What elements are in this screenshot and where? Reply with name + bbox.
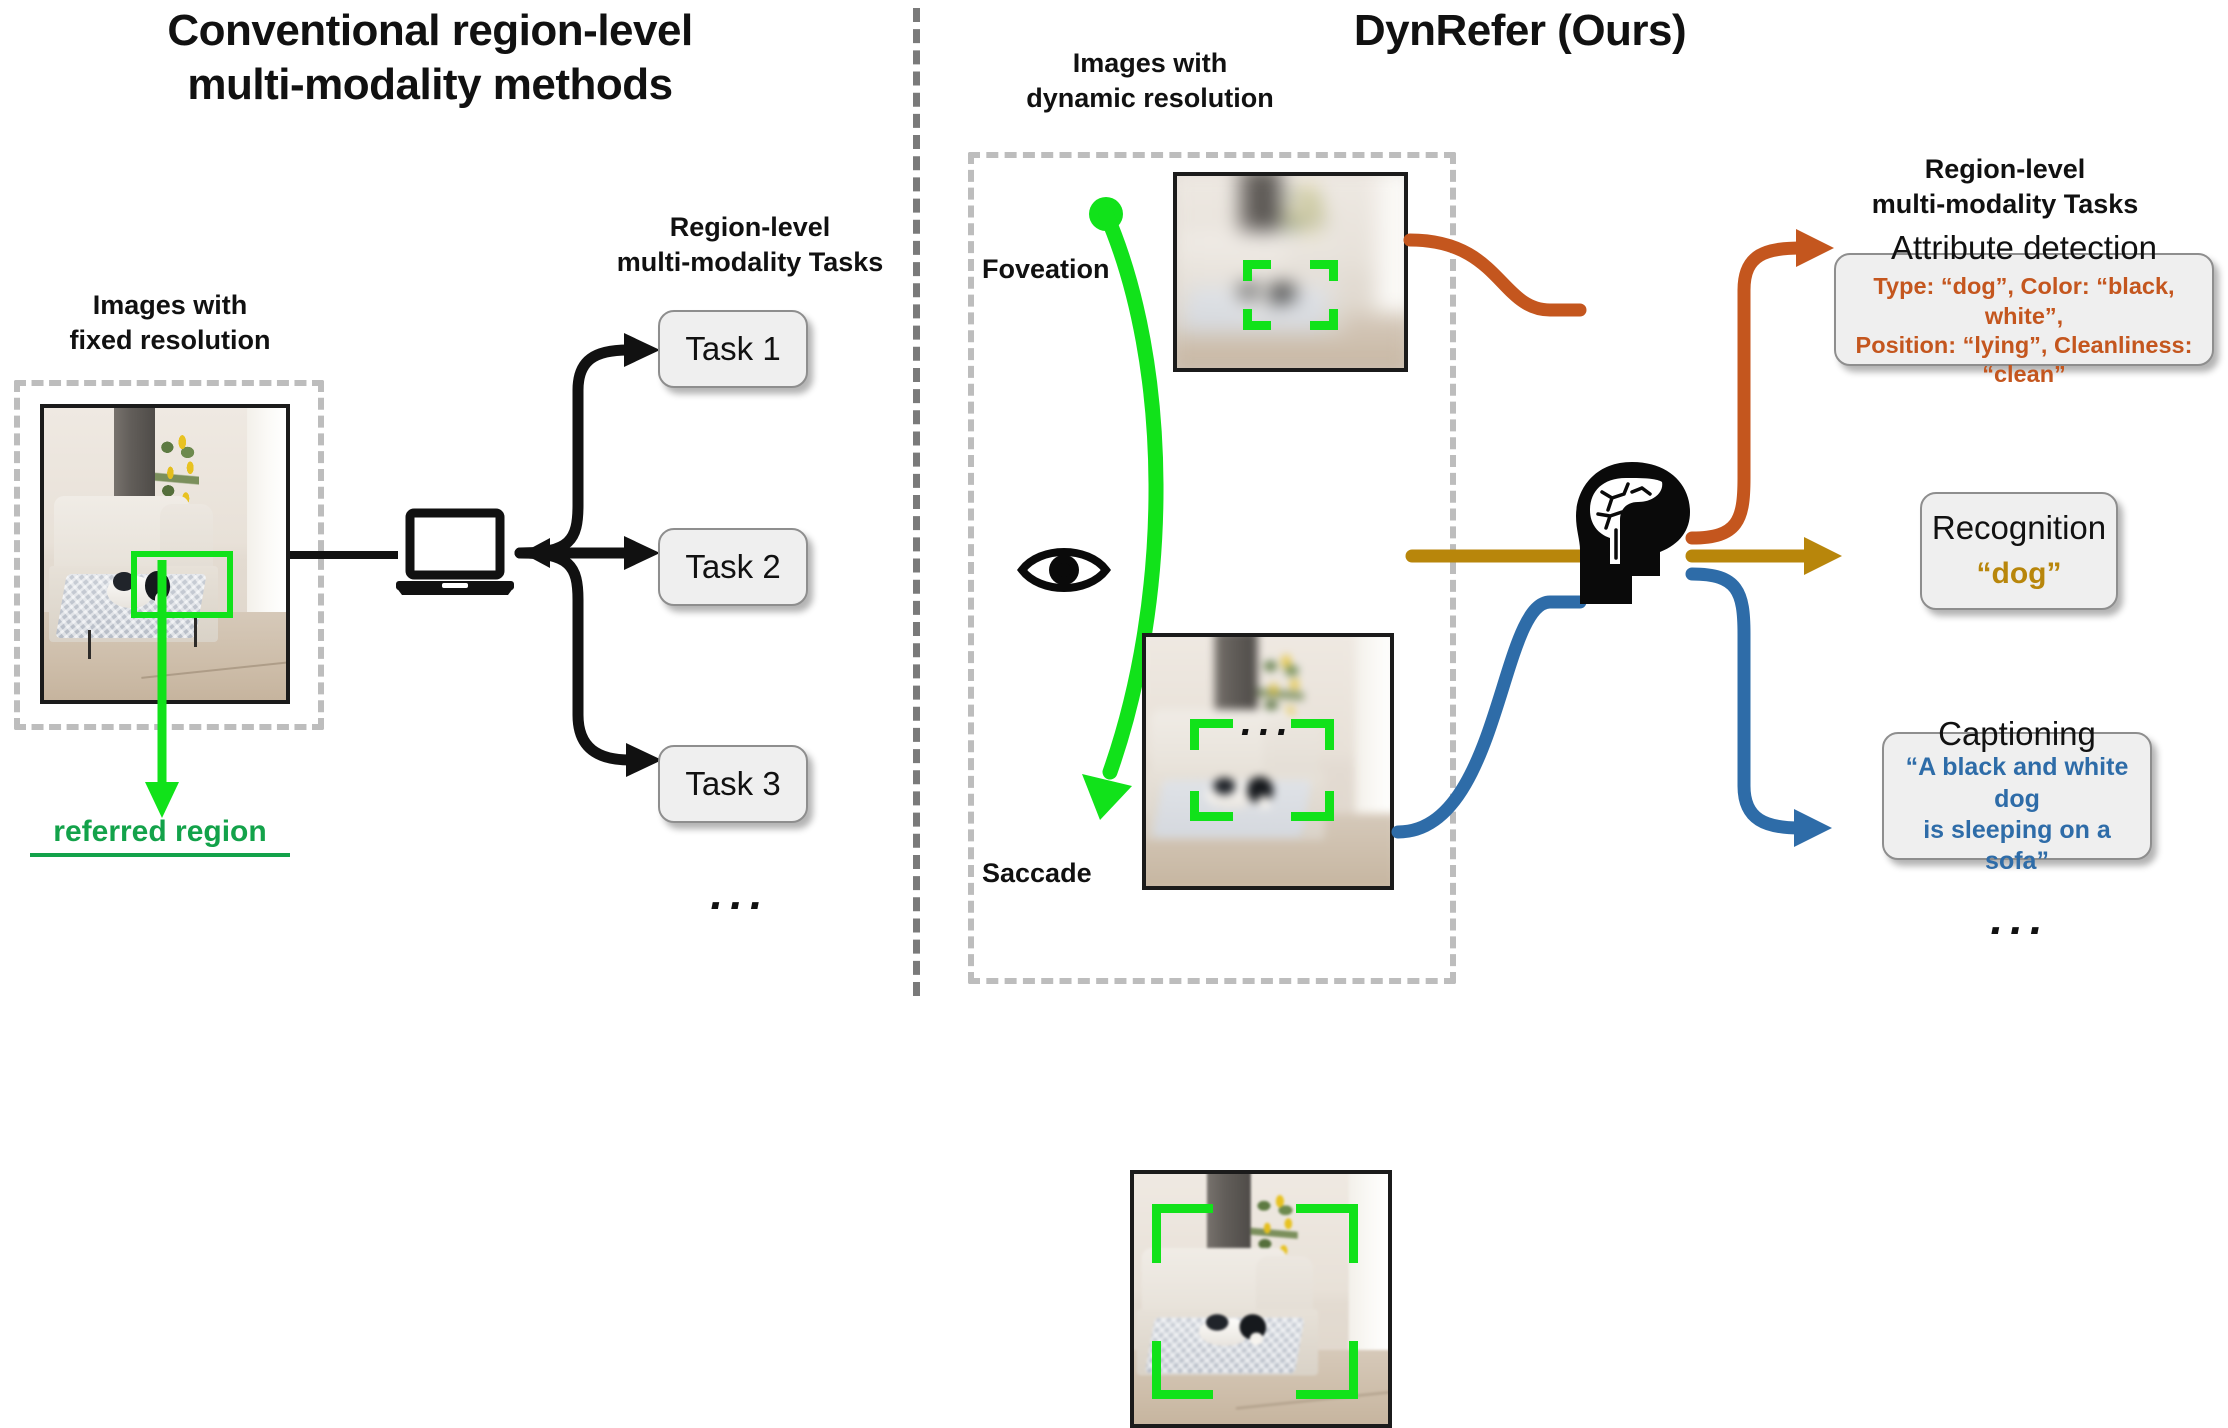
left-tasks-caption: Region-level multi-modality Tasks — [590, 210, 910, 280]
recognition-line1: “dog” — [1976, 557, 2062, 591]
task-1-box[interactable]: Task 1 — [658, 310, 808, 388]
right-tasks-caption: Region-level multi-modality Tasks — [1810, 152, 2200, 222]
region-bracket — [1151, 1204, 1358, 1399]
right-image-caption-line2: dynamic resolution — [1026, 83, 1274, 114]
left-tasks-ellipsis: ... — [710, 867, 770, 919]
captioning-box[interactable]: Captioning “A black and white dog is sle… — [1882, 715, 2152, 875]
dynamic-view-3 — [1130, 1170, 1392, 1428]
task-2-label: Task 2 — [685, 548, 781, 586]
referred-region-label: referred region — [30, 815, 290, 857]
left-title-line1: Conventional region-level — [167, 6, 693, 55]
dynamic-view-2 — [1142, 633, 1394, 890]
brain-head-icon — [1576, 462, 1690, 604]
attribute-detection-title: Attribute detection — [1891, 229, 2157, 267]
referred-region-arrow — [145, 560, 179, 818]
recognition-title: Recognition — [1931, 509, 2107, 547]
recognition-box[interactable]: Recognition “dog” — [1920, 492, 2118, 610]
attribute-detection-line1: Type: “dog”, Color: “black, white”, — [1873, 273, 2175, 329]
left-tasks-caption-line2: multi-modality Tasks — [616, 247, 884, 278]
referred-region-underline — [30, 853, 290, 857]
dynamic-view-1 — [1173, 172, 1408, 372]
right-panel: DynRefer (Ours) Images with dynamic reso… — [920, 0, 2228, 1428]
views-to-brain-connectors — [1391, 233, 1587, 839]
task-2-box[interactable]: Task 2 — [658, 528, 808, 606]
left-panel-title: Conventional region-level multi-modality… — [40, 4, 820, 111]
right-results-ellipsis: ... — [1990, 892, 2050, 944]
task-1-label: Task 1 — [685, 330, 781, 368]
referred-region-text: referred region — [53, 815, 267, 848]
task-3-label: Task 3 — [685, 765, 781, 803]
captioning-line1: “A black and white dog — [1905, 753, 2129, 813]
left-tasks-caption-line1: Region-level — [669, 212, 831, 242]
left-image-caption: Images with fixed resolution — [20, 288, 320, 358]
attribute-detection-box[interactable]: Attribute detection Type: “dog”, Color: … — [1834, 229, 2214, 387]
task-3-box[interactable]: Task 3 — [658, 745, 808, 823]
right-tasks-caption-line1: Region-level — [1924, 154, 2086, 184]
right-image-caption-line1: Images with — [1072, 48, 1228, 78]
dynamic-views-ellipsis: ... — [1240, 700, 1296, 744]
captioning-line2: is sleeping on a sofa” — [1923, 815, 2111, 876]
left-image-caption-line1: Images with — [92, 290, 248, 320]
left-panel: Conventional region-level multi-modality… — [0, 0, 913, 1004]
panel-divider — [913, 8, 920, 996]
right-tasks-caption-line2: multi-modality Tasks — [1871, 189, 2139, 220]
left-image-caption-line2: fixed resolution — [69, 325, 271, 356]
captioning-title: Captioning — [1938, 714, 2096, 752]
region-bracket — [1242, 260, 1339, 330]
left-title-line2: multi-modality methods — [187, 59, 673, 109]
saccade-label: Saccade — [982, 858, 1092, 888]
right-image-caption: Images with dynamic resolution — [970, 46, 1330, 116]
attribute-detection-line2: Position: “lying”, Cleanliness: “clean” — [1855, 331, 2193, 388]
figure-canvas: Conventional region-level multi-modality… — [0, 0, 2228, 1428]
